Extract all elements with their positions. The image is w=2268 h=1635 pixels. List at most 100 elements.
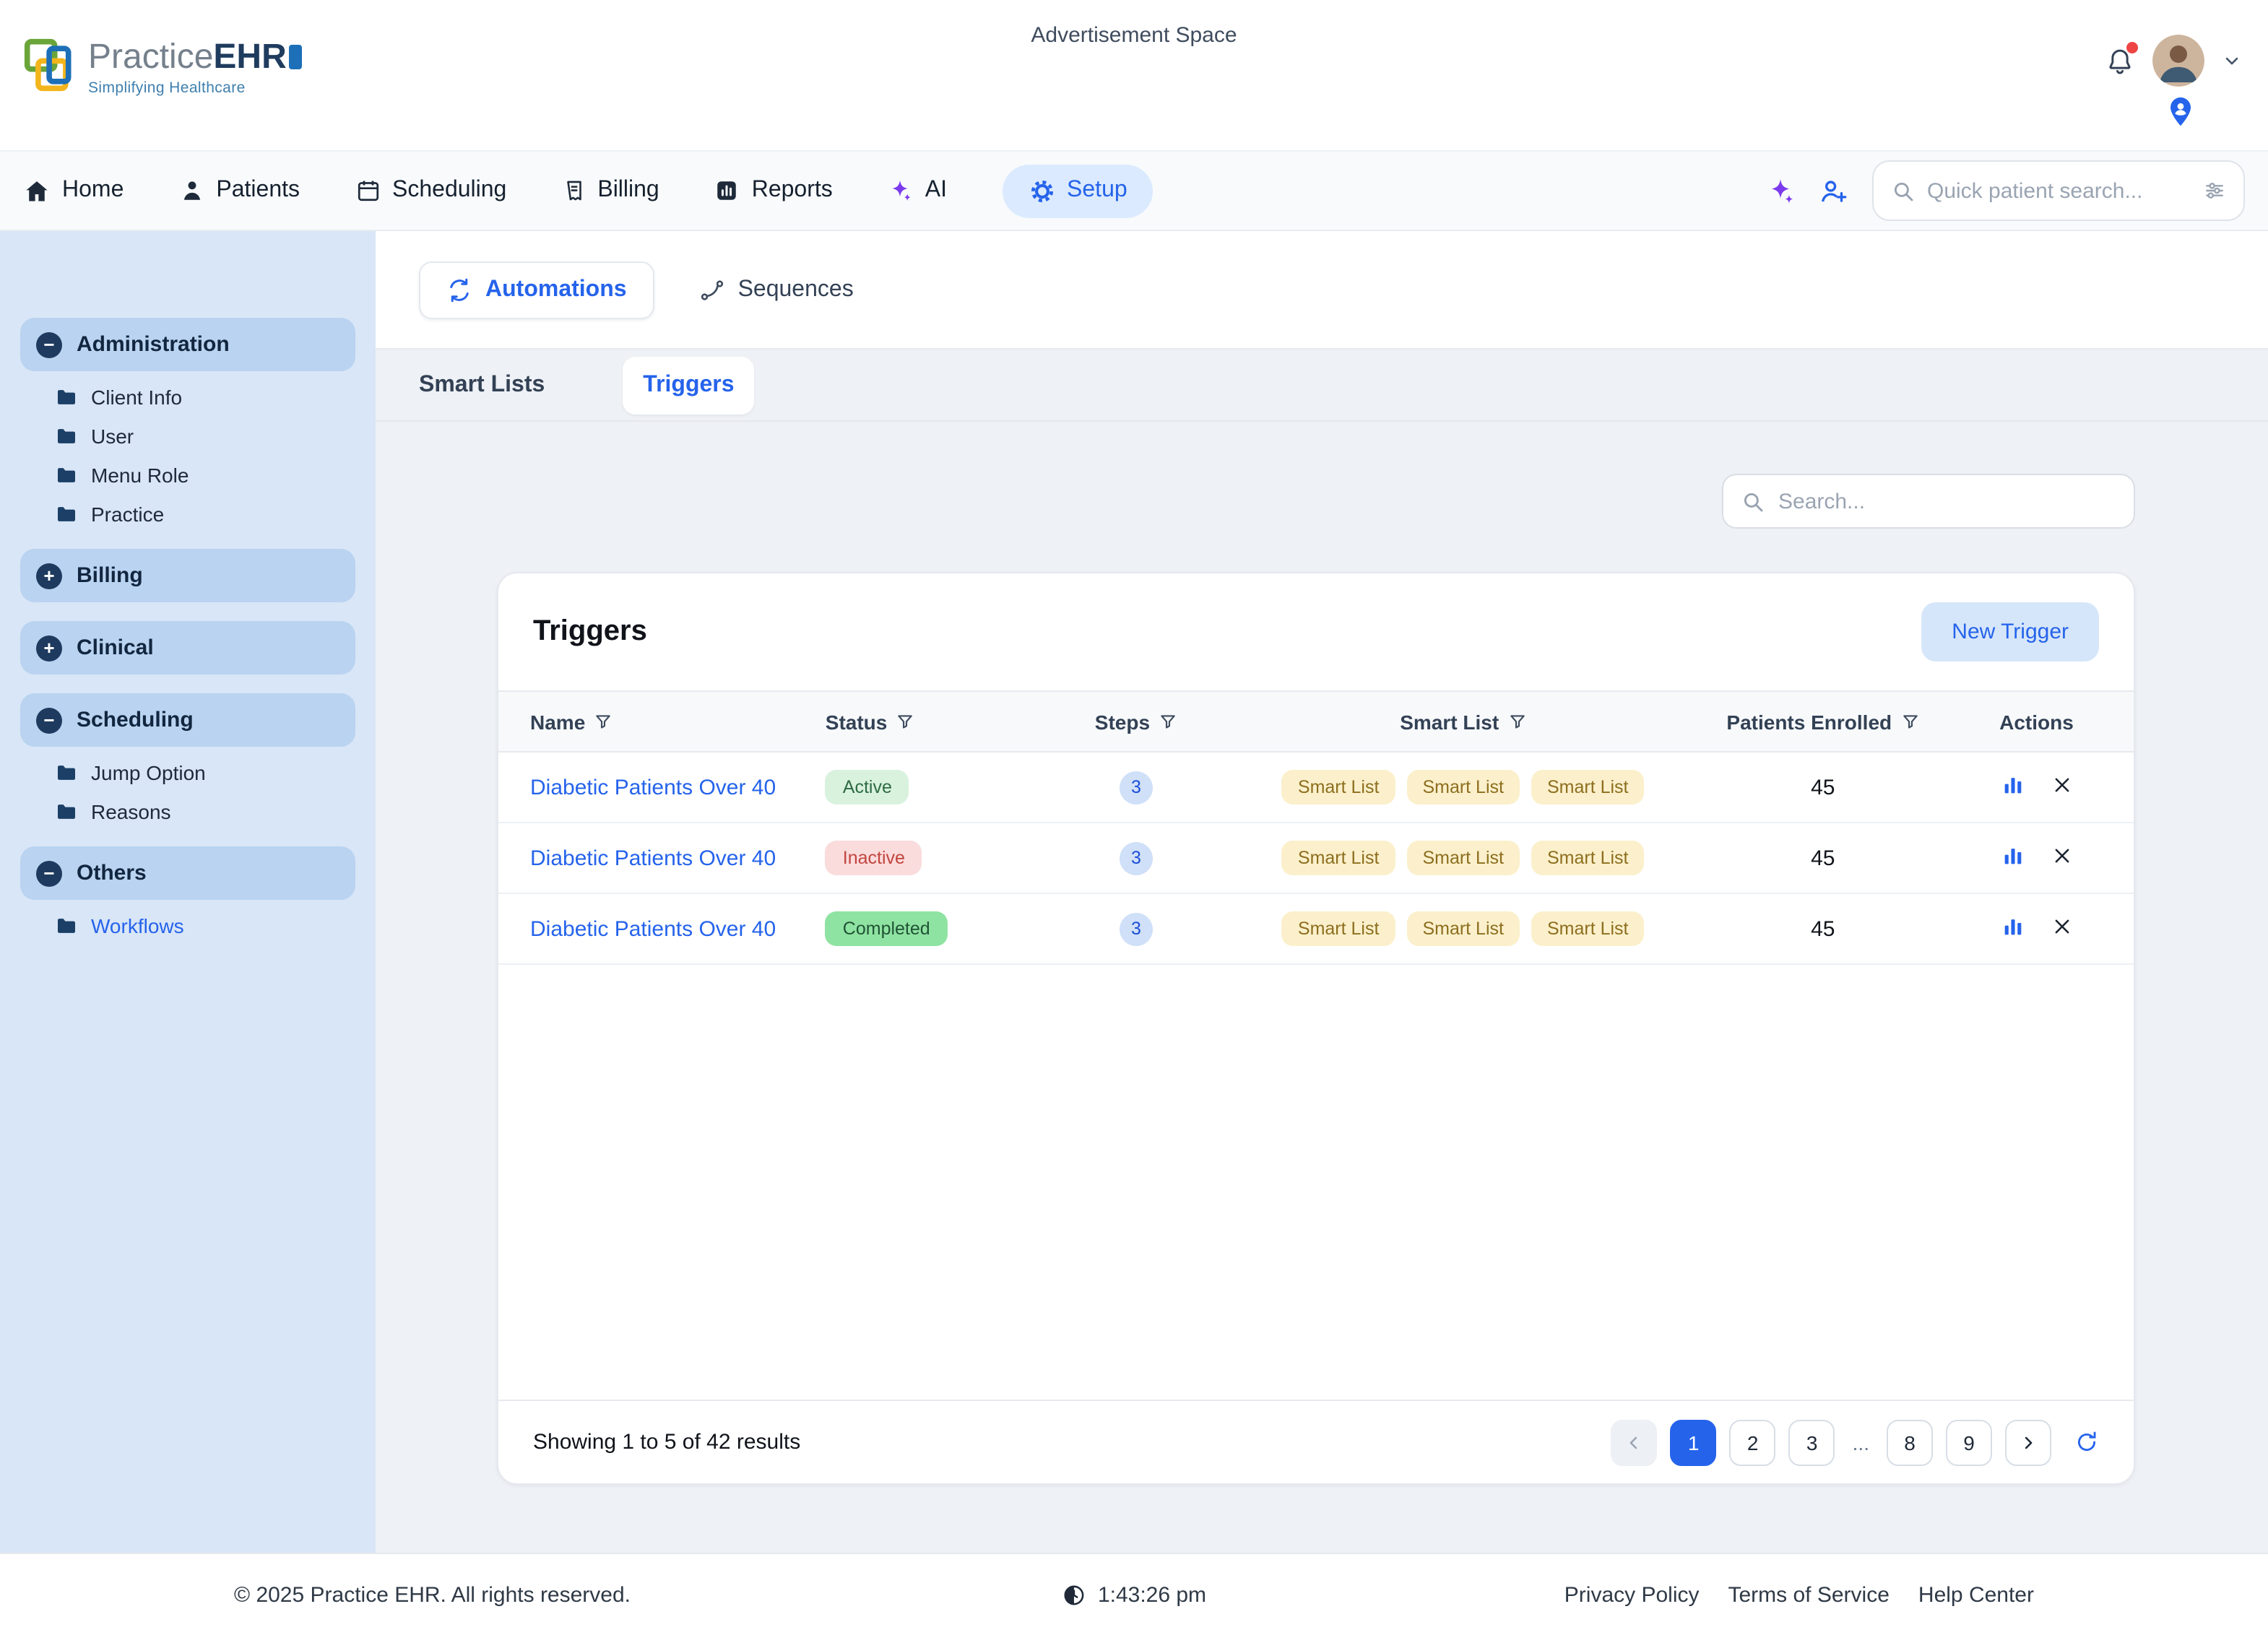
sidebar-section-scheduling[interactable]: − Scheduling — [20, 693, 355, 747]
sidebar-section-billing[interactable]: + Billing — [20, 549, 355, 602]
clock-icon — [1062, 1582, 1086, 1607]
copyright-text: © 2025 Practice EHR. All rights reserved… — [234, 1582, 631, 1607]
steps-badge: 3 — [1120, 841, 1153, 875]
sidebar-item-menu-role[interactable]: Menu Role — [55, 464, 355, 487]
topbar: Advertisement Space PracticeEHR Simplify… — [0, 0, 2268, 150]
nav-item-patients[interactable]: Patients — [178, 178, 300, 204]
nav-item-home[interactable]: Home — [23, 177, 124, 204]
collapse-icon[interactable]: − — [36, 707, 62, 733]
notification-dot — [2126, 41, 2138, 53]
tab-automations[interactable]: Automations — [419, 261, 654, 318]
sidebar-item-reasons[interactable]: Reasons — [55, 800, 355, 823]
home-icon — [23, 177, 51, 204]
app-root: Advertisement Space PracticeEHR Simplify… — [0, 0, 2268, 1635]
nav-item-reports[interactable]: Reports — [714, 178, 833, 204]
analytics-icon[interactable] — [2000, 772, 2025, 797]
new-trigger-button[interactable]: New Trigger — [1921, 602, 2099, 662]
link-terms-of-service[interactable]: Terms of Service — [1728, 1582, 1890, 1607]
calendar-icon — [355, 178, 381, 204]
trigger-name-link[interactable]: Diabetic Patients Over 40 — [530, 916, 776, 941]
patients-enrolled-value: 45 — [1692, 823, 1954, 893]
notifications-bell-icon[interactable] — [2105, 45, 2135, 76]
triggers-search-input[interactable] — [1778, 489, 2116, 513]
collapse-icon[interactable]: − — [36, 860, 62, 886]
folder-icon — [55, 464, 78, 487]
brand-cross-icon — [23, 38, 78, 92]
subtab-smart-lists[interactable]: Smart Lists — [419, 357, 545, 412]
sidebar-section-administration[interactable]: − Administration — [20, 318, 355, 371]
brand-name: PracticeEHR — [88, 38, 303, 77]
smart-list-badge: Smart List — [1406, 911, 1520, 946]
ai-sparkle-icon[interactable] — [1765, 175, 1796, 206]
page-button-3[interactable]: 3 — [1789, 1419, 1835, 1465]
triggers-table: Name Status Steps Smart List Patients En… — [498, 690, 2134, 965]
footer-time: 1:43:26 pm — [1062, 1582, 1206, 1607]
expand-icon[interactable]: + — [36, 563, 62, 589]
nav-item-billing[interactable]: Billing — [561, 178, 659, 204]
delete-icon[interactable] — [2051, 773, 2072, 795]
nav-item-setup[interactable]: Setup — [1002, 164, 1154, 217]
filter-icon[interactable] — [1900, 712, 1919, 731]
page-footer: © 2025 Practice EHR. All rights reserved… — [0, 1553, 2268, 1635]
subtab-triggers[interactable]: Triggers — [623, 356, 754, 414]
main-panel: Automations Sequences Smart Lists Trigge… — [376, 231, 2268, 1553]
search-filter-icon[interactable] — [2203, 179, 2226, 202]
triggers-card: Triggers New Trigger Name Status Steps S… — [497, 572, 2135, 1485]
link-help-center[interactable]: Help Center — [1918, 1582, 2034, 1607]
smart-list-badge: Smart List — [1406, 841, 1520, 875]
filter-icon[interactable] — [594, 712, 613, 731]
link-privacy-policy[interactable]: Privacy Policy — [1564, 1582, 1700, 1607]
page-button-1[interactable]: 1 — [1671, 1419, 1717, 1465]
table-row: Diabetic Patients Over 40 Active 3 Smart… — [498, 752, 2134, 823]
trigger-name-link[interactable]: Diabetic Patients Over 40 — [530, 846, 776, 870]
delete-icon[interactable] — [2051, 844, 2072, 866]
nav-item-scheduling[interactable]: Scheduling — [355, 178, 506, 204]
patients-enrolled-value: 45 — [1692, 893, 1954, 964]
gear-icon — [1028, 177, 1055, 204]
smart-list-badge: Smart List — [1406, 770, 1520, 805]
sidebar-item-practice[interactable]: Practice — [55, 503, 355, 526]
sidebar-item-workflows[interactable]: Workflows — [55, 914, 355, 937]
quick-patient-search — [1872, 160, 2245, 221]
nav-item-ai[interactable]: AI — [888, 178, 947, 204]
results-summary: Showing 1 to 5 of 42 results — [533, 1430, 800, 1454]
filter-icon[interactable] — [896, 712, 914, 731]
filter-icon[interactable] — [1159, 712, 1177, 731]
expand-icon[interactable]: + — [36, 635, 62, 661]
page-button-8[interactable]: 8 — [1887, 1419, 1933, 1465]
folder-icon — [55, 914, 78, 937]
smart-list-badge: Smart List — [1282, 911, 1395, 946]
trigger-name-link[interactable]: Diabetic Patients Over 40 — [530, 775, 776, 799]
delete-icon[interactable] — [2051, 915, 2072, 937]
chevron-down-icon[interactable] — [2222, 51, 2242, 71]
automation-tabs: Automations Sequences — [376, 231, 2268, 350]
sidebar-section-others[interactable]: − Others — [20, 846, 355, 900]
page-button-2[interactable]: 2 — [1730, 1419, 1776, 1465]
avatar[interactable] — [2152, 35, 2204, 87]
collapse-icon[interactable]: − — [36, 331, 62, 357]
smart-list-badge: Smart List — [1282, 841, 1395, 875]
brand-logo[interactable]: PracticeEHR Simplifying Healthcare — [23, 38, 303, 97]
trigger-subtabs: Smart Lists Triggers — [376, 350, 2268, 422]
page-next-button[interactable] — [2005, 1419, 2051, 1465]
advertisement-space: Advertisement Space — [0, 23, 2268, 48]
quick-patient-search-input[interactable] — [1927, 178, 2191, 203]
brand-tagline: Simplifying Healthcare — [88, 79, 303, 97]
page-button-9[interactable]: 9 — [1946, 1419, 1992, 1465]
folder-icon — [55, 800, 78, 823]
steps-badge: 3 — [1120, 771, 1153, 804]
filter-icon[interactable] — [1507, 712, 1526, 731]
smart-list-badge: Smart List — [1531, 911, 1645, 946]
analytics-icon[interactable] — [2000, 914, 2025, 938]
tab-sequences[interactable]: Sequences — [672, 261, 881, 318]
sidebar-item-user[interactable]: User — [55, 425, 355, 448]
add-patient-icon[interactable] — [1819, 175, 1849, 206]
sidebar-section-clinical[interactable]: + Clinical — [20, 621, 355, 675]
sidebar-item-jump-option[interactable]: Jump Option — [55, 761, 355, 784]
refresh-icon[interactable] — [2074, 1430, 2099, 1454]
analytics-icon[interactable] — [2000, 843, 2025, 867]
page-prev-button[interactable] — [1611, 1419, 1658, 1465]
sequence-branch-icon — [699, 277, 725, 303]
profile-pin-icon[interactable] — [2165, 95, 2196, 129]
sidebar-item-client-info[interactable]: Client Info — [55, 386, 355, 409]
